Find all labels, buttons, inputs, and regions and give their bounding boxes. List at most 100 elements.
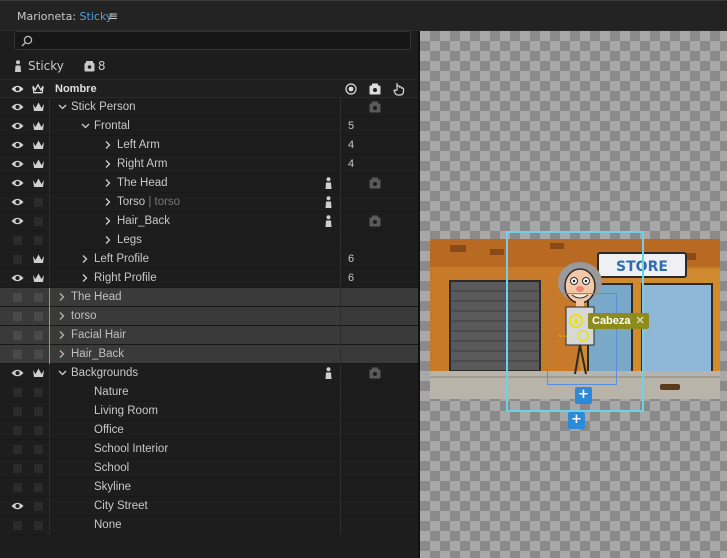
visibility-toggle[interactable]: [13, 255, 22, 264]
tree-row-none[interactable]: None: [0, 516, 418, 535]
group-bounding-box[interactable]: [547, 293, 617, 385]
chevron-right-icon[interactable]: [103, 215, 112, 227]
tree-row-skyline[interactable]: Skyline: [0, 478, 418, 497]
solo-toggle[interactable]: [34, 217, 43, 226]
eye-icon[interactable]: [11, 178, 24, 188]
tree-row-left-arm[interactable]: Left Arm 4: [0, 136, 418, 155]
tree-row-the-head-group[interactable]: The Head: [0, 288, 418, 307]
add-handle-button[interactable]: +: [575, 387, 592, 404]
eye-icon[interactable]: [11, 102, 24, 112]
chevron-right-icon[interactable]: [103, 139, 112, 151]
tree-row-left-profile[interactable]: Left Profile 6: [0, 250, 418, 269]
crown-icon[interactable]: [32, 367, 45, 379]
eye-icon[interactable]: [11, 159, 24, 169]
visibility-toggle[interactable]: [13, 521, 22, 530]
visibility-toggle[interactable]: [13, 426, 22, 435]
solo-toggle[interactable]: [34, 445, 43, 454]
tree-row-right-arm[interactable]: Right Arm 4: [0, 155, 418, 174]
solo-toggle[interactable]: [34, 483, 43, 492]
puppet-canvas[interactable]: STORE ~~~ Cabeza ✕ + +: [420, 31, 727, 558]
add-handle-button-outer[interactable]: +: [568, 412, 585, 429]
visibility-toggle[interactable]: [13, 445, 22, 454]
solo-toggle[interactable]: [34, 407, 43, 416]
eye-icon[interactable]: [11, 368, 24, 378]
tree-row-living-room[interactable]: Living Room: [0, 402, 418, 421]
puppet-name: Sticky: [28, 59, 64, 73]
solo-toggle[interactable]: [34, 198, 43, 207]
solo-toggle[interactable]: [34, 236, 43, 245]
visibility-toggle[interactable]: [13, 312, 22, 321]
chevron-right-icon[interactable]: [103, 234, 112, 246]
chevron-right-icon[interactable]: [57, 348, 66, 360]
name-column-header[interactable]: Nombre: [55, 83, 97, 95]
tree-row-backgrounds[interactable]: Backgrounds: [0, 364, 418, 383]
chevron-right-icon[interactable]: [57, 329, 66, 341]
tree-row-frontal[interactable]: Frontal 5: [0, 117, 418, 136]
chevron-right-icon[interactable]: [103, 196, 112, 208]
visibility-toggle[interactable]: [13, 350, 22, 359]
hand-column-icon: [393, 82, 405, 96]
solo-toggle[interactable]: [34, 350, 43, 359]
eye-icon[interactable]: [11, 216, 24, 226]
crown-icon[interactable]: [32, 158, 45, 170]
solo-toggle[interactable]: [34, 388, 43, 397]
chevron-right-icon[interactable]: [103, 177, 112, 189]
panel-title: Marioneta: Sticky: [17, 10, 112, 23]
chevron-right-icon[interactable]: [103, 158, 112, 170]
eye-icon[interactable]: [11, 140, 24, 150]
visibility-toggle[interactable]: [13, 293, 22, 302]
tree-row-stick-person[interactable]: Stick Person: [0, 98, 418, 117]
visibility-toggle[interactable]: [13, 464, 22, 473]
chevron-right-icon[interactable]: [80, 253, 89, 265]
visibility-toggle[interactable]: [13, 407, 22, 416]
visibility-toggle[interactable]: [13, 388, 22, 397]
crown-icon[interactable]: [32, 272, 45, 284]
solo-toggle[interactable]: [34, 464, 43, 473]
solo-toggle[interactable]: [34, 312, 43, 321]
panel-menu-icon[interactable]: ≡: [108, 9, 118, 23]
chevron-right-icon[interactable]: [57, 310, 66, 322]
eye-icon[interactable]: [11, 121, 24, 131]
tree-row-count: 4: [348, 139, 355, 151]
visibility-toggle[interactable]: [13, 331, 22, 340]
visibility-toggle[interactable]: [13, 236, 22, 245]
solo-toggle[interactable]: [34, 293, 43, 302]
chevron-down-icon[interactable]: [58, 367, 67, 379]
tree-row-legs[interactable]: Legs: [0, 231, 418, 250]
tree-row-nature[interactable]: Nature: [0, 383, 418, 402]
crown-icon[interactable]: [32, 120, 45, 132]
tree-row-school-interior[interactable]: School Interior: [0, 440, 418, 459]
crown-icon[interactable]: [32, 253, 45, 265]
eye-icon[interactable]: [11, 501, 24, 511]
person-icon: [325, 367, 332, 379]
eye-icon[interactable]: [11, 197, 24, 207]
chevron-down-icon[interactable]: [81, 120, 90, 132]
solo-toggle[interactable]: [34, 331, 43, 340]
handle-tag[interactable]: Cabeza ✕: [588, 313, 649, 329]
search-input[interactable]: [37, 33, 397, 48]
solo-toggle[interactable]: [34, 521, 43, 530]
tree-row-torso[interactable]: Torso | torso: [0, 193, 418, 212]
eye-icon[interactable]: [11, 273, 24, 283]
tree-row-torso-group[interactable]: torso: [0, 307, 418, 326]
crown-icon[interactable]: [32, 139, 45, 151]
solo-toggle[interactable]: [34, 502, 43, 511]
crown-icon[interactable]: [32, 177, 45, 189]
tree-row-the-head[interactable]: The Head: [0, 174, 418, 193]
tree-row-city-street[interactable]: City Street: [0, 497, 418, 516]
tree-row-right-profile[interactable]: Right Profile 6: [0, 269, 418, 288]
search-box[interactable]: [14, 31, 411, 50]
tree-row-hair-back[interactable]: Hair_Back: [0, 212, 418, 231]
tree-row-office[interactable]: Office: [0, 421, 418, 440]
tree-row-school[interactable]: School: [0, 459, 418, 478]
chevron-right-icon[interactable]: [57, 291, 66, 303]
tree-row-label: None: [94, 519, 122, 531]
close-icon[interactable]: ✕: [636, 315, 645, 327]
chevron-down-icon[interactable]: [58, 101, 67, 113]
tree-row-facial-hair[interactable]: Facial Hair: [0, 326, 418, 345]
visibility-toggle[interactable]: [13, 483, 22, 492]
chevron-right-icon[interactable]: [80, 272, 89, 284]
solo-toggle[interactable]: [34, 426, 43, 435]
tree-row-hair-back-group[interactable]: Hair_Back: [0, 345, 418, 364]
crown-icon[interactable]: [32, 101, 45, 113]
